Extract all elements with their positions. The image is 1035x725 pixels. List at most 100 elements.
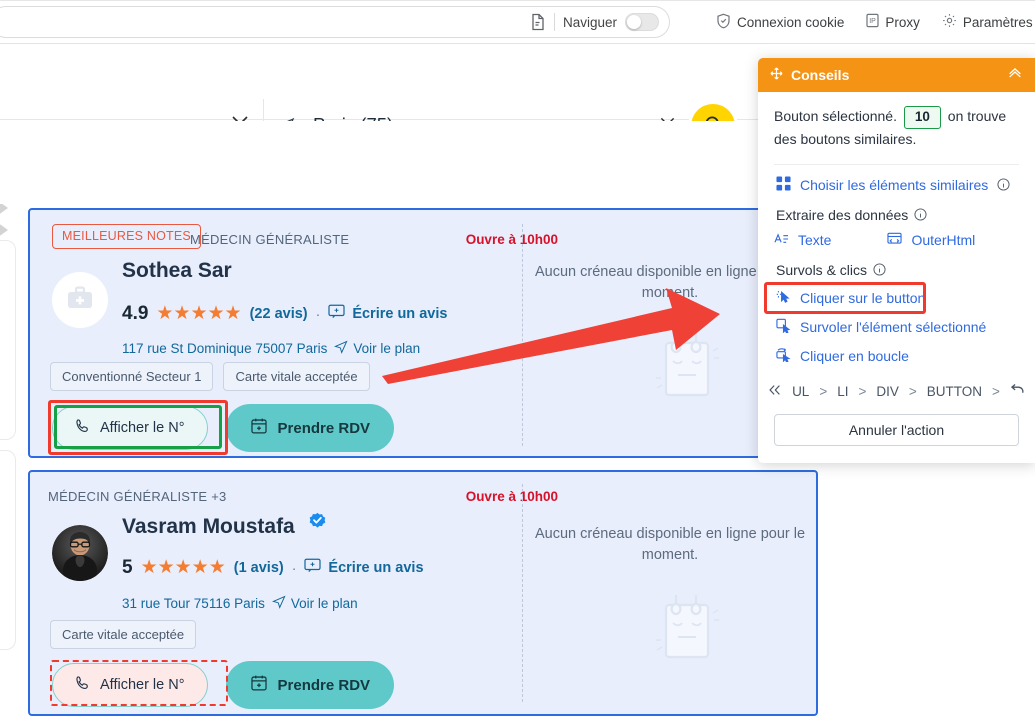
cancel-action-button[interactable]: Annuler l'action <box>774 414 1019 446</box>
navigate-label: Naviguer <box>562 14 617 30</box>
doctor-name-text: Vasram Moustafa <box>122 515 295 538</box>
show-phone-button[interactable]: Afficher le N° <box>52 663 208 707</box>
star-rating-icon: ★★★★★ <box>140 557 226 578</box>
medical-bag-icon <box>66 284 94 317</box>
chevron-double-up-icon[interactable] <box>1007 65 1023 85</box>
extract-data-section-label: Extraire des données <box>774 194 1019 223</box>
omnibox[interactable]: Naviguer <box>0 6 670 38</box>
cursor-click-icon <box>776 289 791 307</box>
browser-toolbar: Naviguer Connexion cookie IP Proxy Param… <box>0 0 1035 44</box>
loop-click-action-label: Cliquer en boucle <box>800 347 909 364</box>
info-icon[interactable] <box>873 263 886 276</box>
hover-element-action-link[interactable]: Survoler l'élément sélectionné <box>774 307 1019 336</box>
address-row[interactable]: 31 rue Tour 75116 Paris Voir le plan <box>122 595 358 612</box>
separator-dot: · <box>315 305 321 322</box>
choose-similar-elements-link[interactable]: Choisir les éléments similaires <box>774 165 1019 194</box>
left-hidden-panel <box>0 240 16 440</box>
write-review-label: Écrire un avis <box>328 559 424 576</box>
conseils-panel[interactable]: Conseils Bouton sélectionné. 10 on trouv… <box>758 58 1035 463</box>
toolbar-item-proxy[interactable]: IP Proxy <box>866 13 920 31</box>
write-review-link[interactable]: Écrire un avis <box>304 558 424 577</box>
rating-value: 5 <box>122 556 133 578</box>
document-icon[interactable] <box>530 13 546 31</box>
panel-title: Conseils <box>770 67 849 83</box>
review-bubble-icon <box>304 558 322 577</box>
hover-click-label: Survols & clics <box>776 261 868 278</box>
grid-squares-icon <box>776 176 791 194</box>
left-hidden-panel-2 <box>0 450 16 650</box>
book-appointment-label: Prendre RDV <box>277 419 371 437</box>
card-speciality: MÉDECIN GÉNÉRALISTE <box>190 232 350 247</box>
star-rating-icon: ★★★★★ <box>156 303 242 324</box>
toolbar-divider <box>553 13 555 31</box>
avatar <box>52 272 108 328</box>
breadcrumb-separator: > <box>819 383 828 399</box>
info-icon[interactable] <box>997 178 1010 191</box>
code-block-icon <box>887 232 903 249</box>
rating-row: 5 ★★★★★ (1 avis) · Écrire un avis <box>122 556 424 579</box>
toolbar-item-cookie-label: Connexion cookie <box>737 14 845 30</box>
book-appointment-button[interactable]: Prendre RDV <box>225 404 395 452</box>
toolbar-actions: Connexion cookie IP Proxy Paramètres de … <box>716 0 1035 44</box>
card-speciality: MÉDECIN GÉNÉRALISTE +3 <box>48 489 227 504</box>
show-phone-button[interactable]: Afficher le N° <box>52 406 208 450</box>
address-text: 117 rue St Dominique 75007 Paris <box>122 341 328 356</box>
verified-badge-icon <box>308 512 327 537</box>
svg-text:IP: IP <box>870 18 877 25</box>
move-cross-icon[interactable] <box>770 67 783 83</box>
panel-header[interactable]: Conseils <box>758 58 1035 92</box>
tag-list: Carte vitale acceptée <box>50 620 197 649</box>
navigation-arrow-icon <box>271 595 286 612</box>
breadcrumb-item-li[interactable]: LI <box>837 384 848 399</box>
toolbar-item-settings-label: Paramètres de la <box>962 14 1035 30</box>
write-review-link[interactable]: Écrire un avis <box>328 304 447 323</box>
tag-item: Conventionné Secteur 1 <box>50 362 214 391</box>
view-map-label: Voir le plan <box>353 341 421 356</box>
toolbar-item-settings[interactable]: Paramètres de la <box>942 13 1035 31</box>
tag-item: Carte vitale acceptée <box>223 362 370 391</box>
extract-outerhtml-link[interactable]: OuterHtml <box>887 232 975 249</box>
review-count: (1 avis) <box>233 559 284 576</box>
hover-click-section-label: Survols & clics <box>774 249 1019 278</box>
view-map-link[interactable]: Voir le plan <box>271 595 358 612</box>
click-button-action-link[interactable]: Cliquer sur le button <box>774 278 1019 307</box>
navigation-arrow-icon <box>334 340 348 357</box>
doctor-card[interactable]: MEILLEURES NOTES MÉDECIN GÉNÉRALISTE Ouv… <box>28 208 818 458</box>
slot-divider <box>522 224 523 446</box>
book-appointment-label: Prendre RDV <box>277 676 371 694</box>
calendar-plus-icon <box>250 417 268 439</box>
breadcrumb-item-div[interactable]: DIV <box>876 384 899 399</box>
doctor-card[interactable]: MÉDECIN GÉNÉRALISTE +3 Ouvre à 10h00 Vas… <box>28 470 818 716</box>
address-row[interactable]: 117 rue St Dominique 75007 Paris Voir le… <box>122 340 420 357</box>
card-actions: Afficher le N° Prendre RDV <box>52 404 395 452</box>
navigate-toggle[interactable] <box>625 13 659 31</box>
open-hours: Ouvre à 10h00 <box>465 489 558 504</box>
info-icon[interactable] <box>914 208 927 221</box>
toolbar-item-proxy-label: Proxy <box>885 14 920 30</box>
review-bubble-icon <box>328 304 345 323</box>
tag-item: Carte vitale acceptée <box>50 620 197 649</box>
tag-list: Conventionné Secteur 1 Carte vitale acce… <box>50 362 370 391</box>
similar-count-badge: 10 <box>903 106 941 129</box>
toolbar-item-cookie[interactable]: Connexion cookie <box>716 13 844 32</box>
address-text: 31 rue Tour 75116 Paris <box>122 596 265 611</box>
loop-click-action-link[interactable]: Cliquer en boucle <box>774 336 1019 365</box>
doctor-photo <box>52 525 108 581</box>
undo-icon[interactable] <box>1010 383 1025 399</box>
shield-cookie-icon <box>716 13 731 32</box>
chevron-double-left-icon[interactable] <box>768 384 782 399</box>
breadcrumb-item-ul[interactable]: UL <box>792 384 809 399</box>
book-appointment-button[interactable]: Prendre RDV <box>225 661 395 709</box>
text-format-icon <box>774 232 789 249</box>
extract-text-link[interactable]: Texte <box>774 232 831 249</box>
extract-outerhtml-label: OuterHtml <box>911 232 976 249</box>
breadcrumb-separator: > <box>992 383 1000 399</box>
cursor-hover-icon <box>776 318 791 336</box>
view-map-link[interactable]: Voir le plan <box>334 340 420 357</box>
breadcrumb-item-button[interactable]: BUTTON <box>927 384 982 399</box>
gear-icon <box>942 13 957 31</box>
doctor-name[interactable]: Sothea Sar <box>122 259 232 283</box>
no-slot-message: Aucun créneau disponible en ligne pour l… <box>534 526 806 564</box>
doctor-name[interactable]: Vasram Moustafa <box>122 512 327 539</box>
separator-dot: · <box>291 559 297 576</box>
